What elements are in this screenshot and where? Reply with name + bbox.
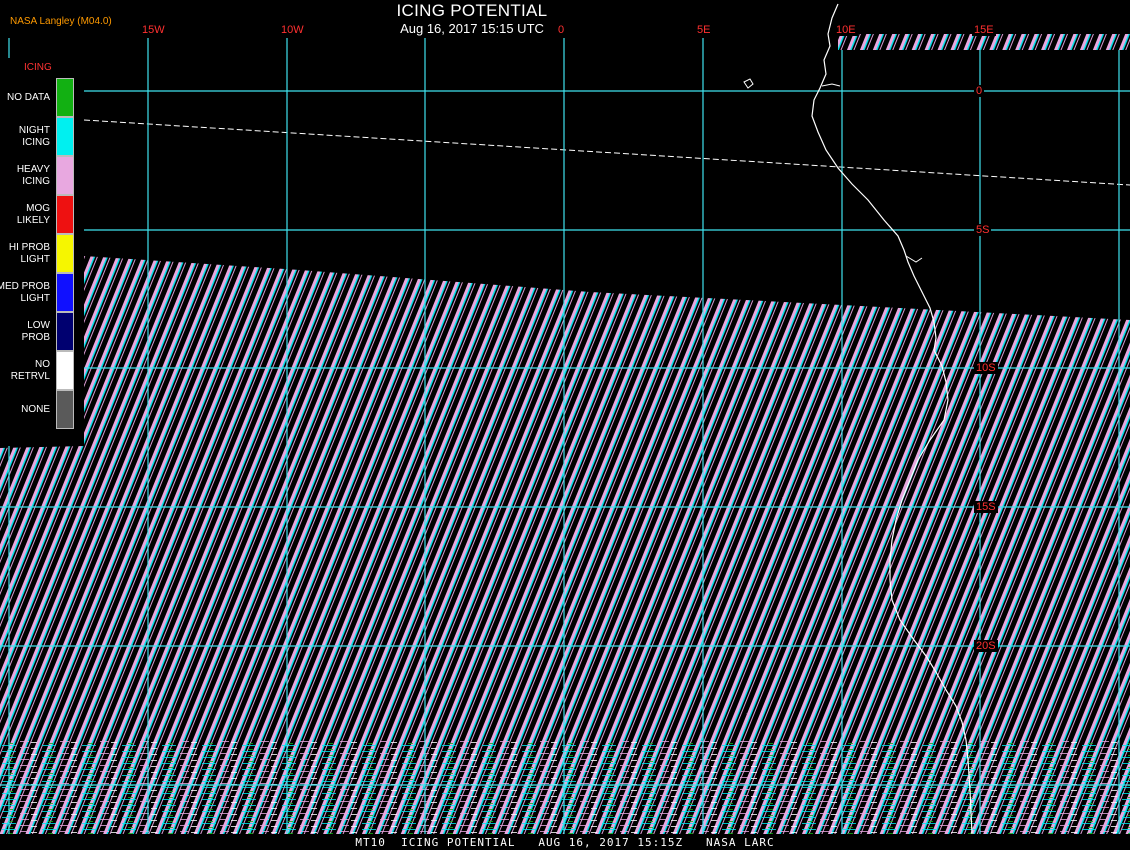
longitude-label: 10W <box>279 24 306 36</box>
longitude-label: 15E <box>972 24 996 36</box>
latitude-label: 5S <box>974 224 992 236</box>
legend-label: MED PROB LIGHT <box>0 280 50 304</box>
legend-swatch <box>56 156 74 195</box>
latitude-label: 15S <box>974 501 998 513</box>
legend-label: MOG LIKELY <box>16 202 50 226</box>
map-title: ICING POTENTIAL <box>396 1 548 20</box>
legend-swatch <box>56 195 74 234</box>
longitude-label: 0 <box>556 24 567 36</box>
icing-strip-top <box>838 34 1130 50</box>
legend-label: NONE <box>21 403 50 415</box>
satellite-map[interactable] <box>0 0 1130 850</box>
longitude-label: 15W <box>140 24 167 36</box>
legend-label: HI PROB LIGHT <box>8 241 50 265</box>
legend-swatch <box>56 234 74 273</box>
data-source-label: NASA Langley (M04.0) <box>10 16 112 27</box>
legend-swatch <box>56 78 74 117</box>
footer-caption: MT10 ICING POTENTIAL AUG 16, 2017 15:15Z… <box>355 836 775 849</box>
latitude-label: 0 <box>974 85 985 97</box>
legend-swatch <box>56 117 74 156</box>
legend-label: LOW PROB <box>21 319 50 343</box>
legend-label: NO DATA <box>7 91 50 103</box>
legend-swatch <box>56 351 74 390</box>
icing-legend: ICING NO DATA NIGHT ICING HEAVY ICING MOG L… <box>0 58 84 446</box>
legend-label: NIGHT ICING <box>18 124 50 148</box>
legend-swatch <box>56 312 74 351</box>
latitude-label: 20S <box>974 640 998 652</box>
latitude-label: 10S <box>974 362 998 374</box>
legend-swatch <box>56 390 74 429</box>
legend-label: NO RETRVL <box>10 358 50 382</box>
longitude-label: 10E <box>834 24 858 36</box>
legend-title: ICING <box>24 62 52 73</box>
scan-noise-band <box>0 740 1130 834</box>
legend-label: HEAVY ICING <box>16 163 50 187</box>
legend-swatch <box>56 273 74 312</box>
longitude-label: 5E <box>695 24 713 36</box>
